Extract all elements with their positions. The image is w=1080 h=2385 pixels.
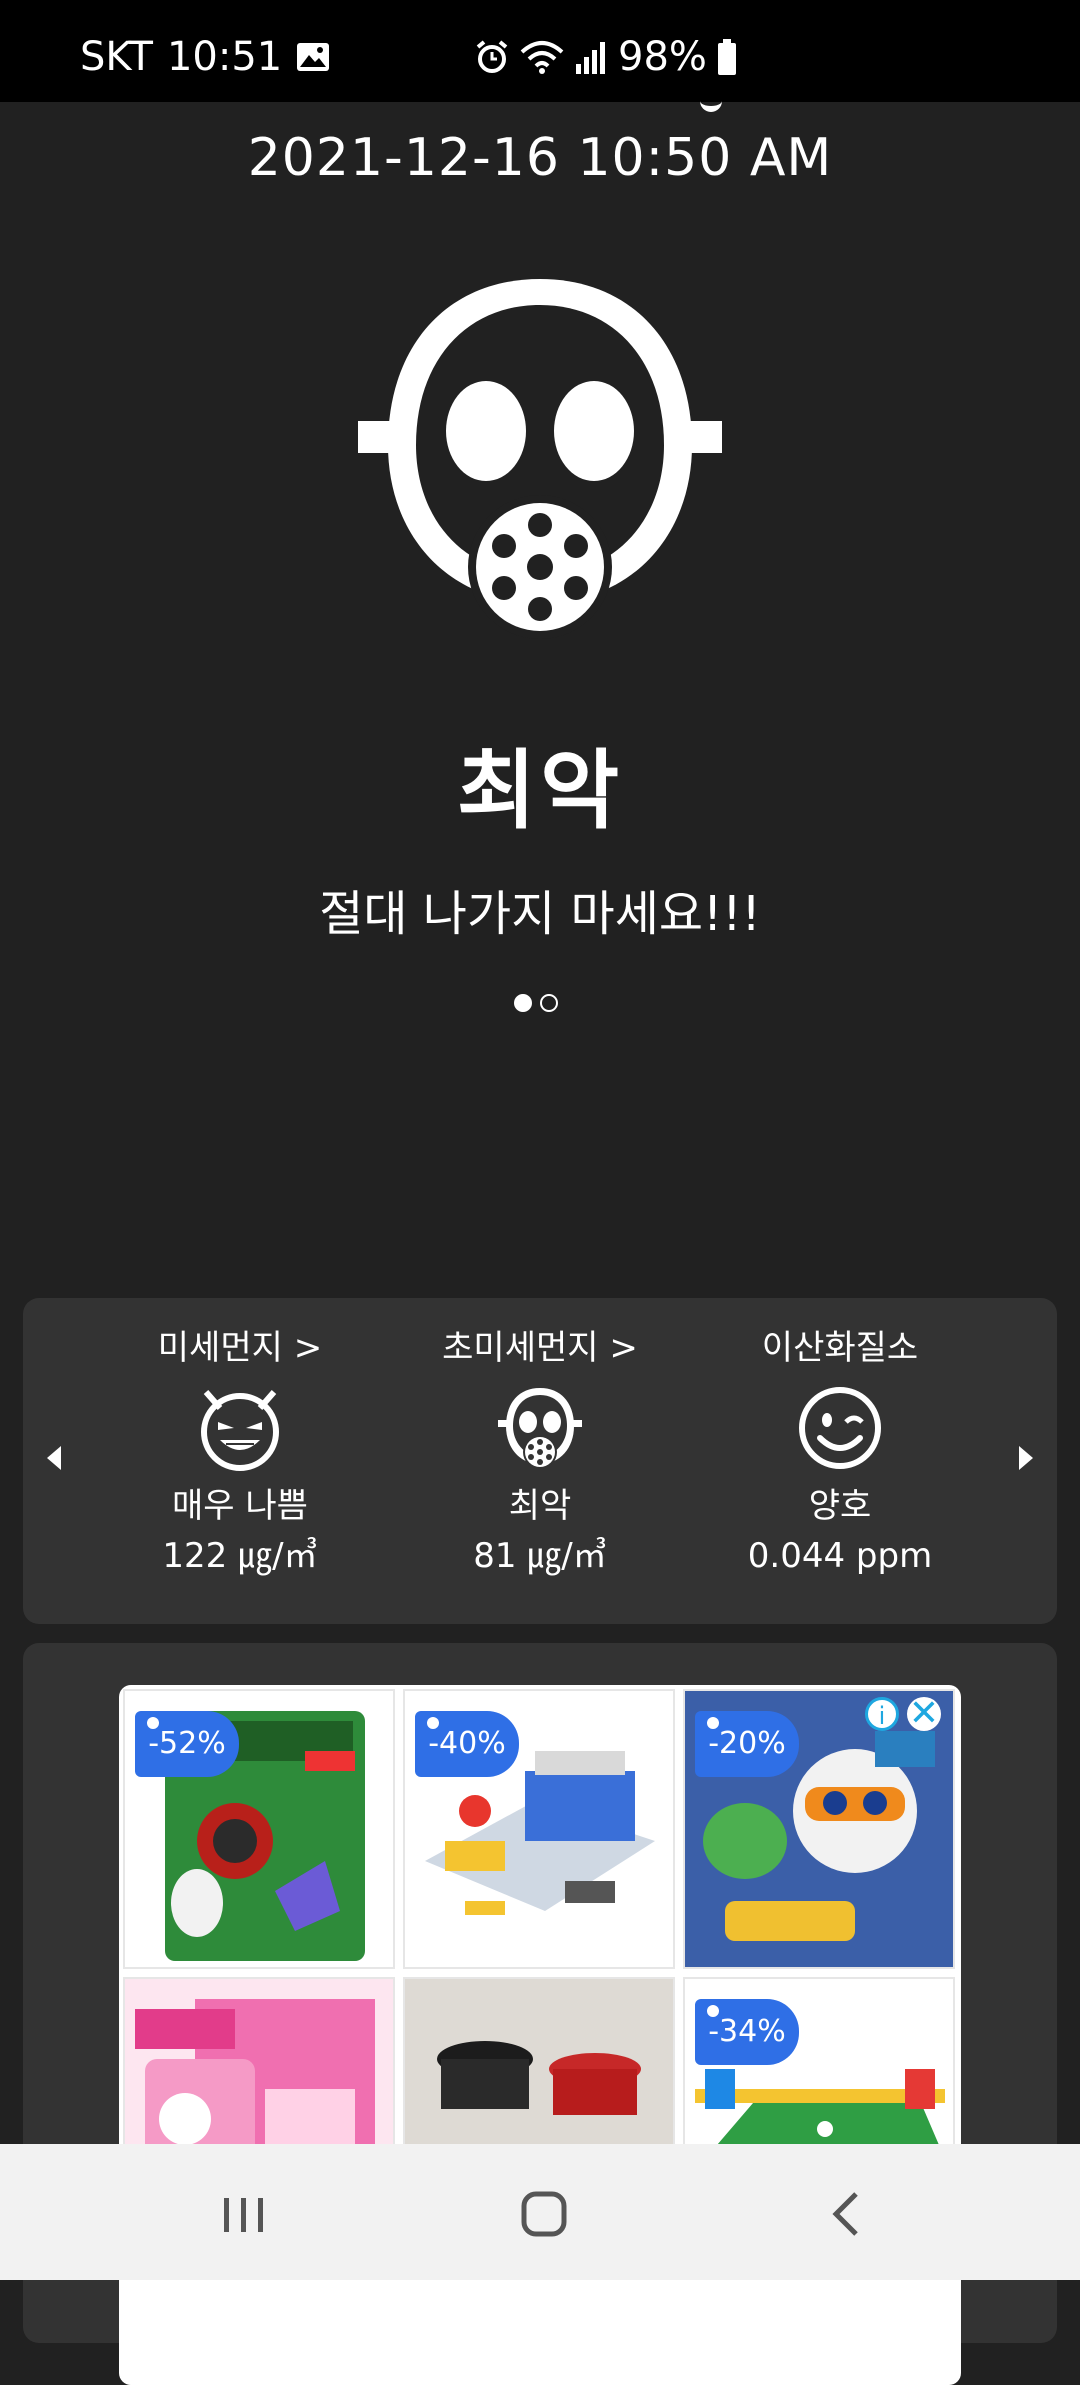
devil-face-icon <box>201 1390 279 1471</box>
page-indicator[interactable] <box>514 994 558 1012</box>
status-right: 98% <box>474 34 737 80</box>
ad-banner[interactable]: -52% -40% -20% i ✕ -34% <box>119 1685 961 2385</box>
next-arrow-icon[interactable] <box>1019 1446 1033 1470</box>
ad-product-tile[interactable]: -52% <box>123 1689 395 1969</box>
discount-badge: -40% <box>415 1711 519 1777</box>
alarm-icon <box>476 40 508 73</box>
gallery-icon <box>297 43 330 71</box>
metric-no2[interactable]: 이산화질소 양호 0.044 ppm <box>690 1326 990 1582</box>
clock: 10:51 <box>166 34 283 80</box>
measurement-datetime: 2021-12-16 10:50 AM <box>247 128 833 188</box>
discount-badge: -34% <box>695 1999 799 2065</box>
wink-face-icon <box>799 1387 881 1469</box>
discount-badge: -52% <box>135 1711 239 1777</box>
page-dot-1[interactable] <box>514 994 532 1012</box>
metric-title[interactable]: 초미세먼지 > <box>390 1326 690 1370</box>
ad-product-tile[interactable]: -40% <box>403 1689 675 1969</box>
metric-title[interactable]: 미세먼지 > <box>90 1326 390 1370</box>
recent-apps-icon[interactable] <box>204 2184 284 2244</box>
back-icon[interactable] <box>806 2184 886 2244</box>
home-icon[interactable] <box>504 2184 584 2244</box>
ad-close-icon[interactable]: ✕ <box>907 1696 941 1732</box>
metric-pm25[interactable]: 초미세먼지 > 최악 81 ㎍/㎥ <box>390 1326 690 1582</box>
metric-pm10[interactable]: 미세먼지 > 매우 나쁨 122 ㎍/㎥ <box>90 1326 390 1582</box>
gas-mask-icon <box>358 279 722 639</box>
status-left: SKT 10:51 <box>80 34 330 80</box>
prev-arrow-icon[interactable] <box>47 1446 61 1470</box>
metric-status: 최악 <box>508 1486 572 1526</box>
air-quality-level: 최악 <box>456 741 624 841</box>
carrier-label: SKT <box>80 34 153 80</box>
scrolled-text-fragment <box>700 96 722 112</box>
battery-icon <box>717 39 736 75</box>
adchoices-info-icon[interactable]: i <box>865 1697 899 1731</box>
status-bar: SKT 10:51 98% <box>0 0 1080 102</box>
metric-value: 0.044 ppm <box>747 1536 933 1576</box>
battery-percent: 98% <box>618 34 707 80</box>
metric-value: 122 ㎍/㎥ <box>162 1536 318 1576</box>
ad-choices[interactable]: i ✕ <box>865 1696 941 1732</box>
metric-status: 양호 <box>808 1486 872 1526</box>
metric-value: 81 ㎍/㎥ <box>473 1536 607 1576</box>
wifi-icon <box>520 41 564 74</box>
system-nav-bar <box>0 2144 1080 2280</box>
air-quality-message: 절대 나가지 마세요!!! <box>319 886 761 942</box>
metric-title[interactable]: 이산화질소 <box>690 1326 990 1370</box>
pollutant-card: 미세먼지 > 매우 나쁨 122 ㎍/㎥ 초미세먼지 > 최악 81 ㎍/㎥ 이… <box>23 1298 1057 1624</box>
metric-status: 매우 나쁨 <box>172 1486 308 1526</box>
ad-product-tile[interactable]: -20% i ✕ <box>683 1689 955 1969</box>
discount-badge: -20% <box>695 1711 799 1777</box>
page-dot-2[interactable] <box>540 994 558 1012</box>
signal-icon <box>576 42 605 74</box>
gas-mask-icon <box>498 1388 582 1469</box>
